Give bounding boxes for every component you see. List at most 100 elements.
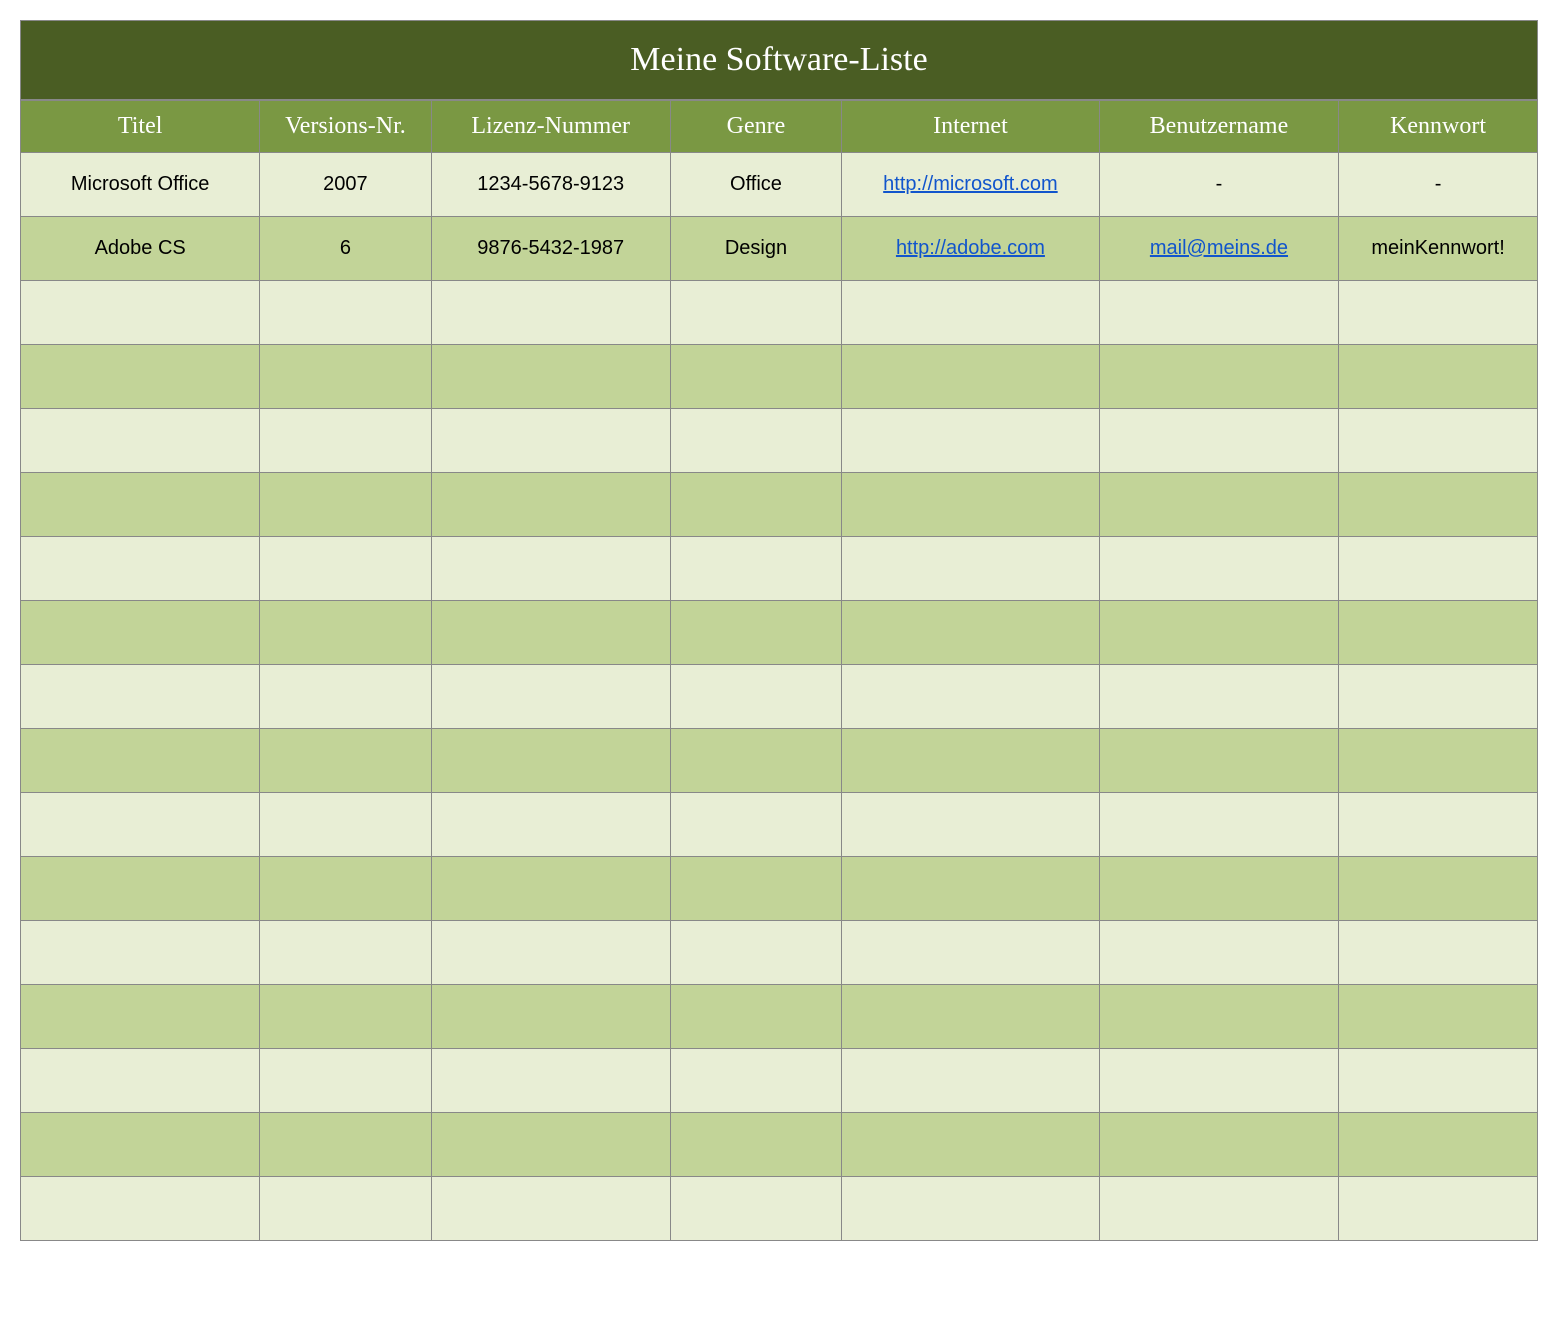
cell-title [21,1177,260,1241]
table-row [21,665,1538,729]
cell-license [431,985,670,1049]
cell-title [21,857,260,921]
cell-license [431,921,670,985]
cell-genre [670,473,841,537]
cell-internet [842,793,1100,857]
cell-pass [1339,793,1538,857]
cell-title [21,409,260,473]
table-row [21,473,1538,537]
cell-title [21,665,260,729]
cell-version [260,409,431,473]
table-row [21,1049,1538,1113]
cell-license: 9876-5432-1987 [431,217,670,281]
cell-title [21,601,260,665]
cell-license [431,281,670,345]
cell-internet [842,473,1100,537]
cell-internet [842,1177,1100,1241]
cell-license [431,1177,670,1241]
table-header-row: TitelVersions-Nr.Lizenz-NummerGenreInter… [21,101,1538,153]
table-row [21,1113,1538,1177]
column-header-user: Benutzername [1099,101,1338,153]
cell-user: mail@meins.de [1099,217,1338,281]
cell-title [21,921,260,985]
cell-license [431,665,670,729]
cell-user: - [1099,153,1338,217]
table-row [21,601,1538,665]
cell-version [260,601,431,665]
cell-user [1099,857,1338,921]
cell-user [1099,409,1338,473]
cell-pass [1339,665,1538,729]
cell-pass [1339,345,1538,409]
cell-license [431,601,670,665]
cell-pass [1339,921,1538,985]
cell-genre [670,281,841,345]
cell-license [431,857,670,921]
cell-license [431,537,670,601]
cell-user [1099,1049,1338,1113]
cell-genre [670,1049,841,1113]
cell-genre [670,729,841,793]
cell-pass [1339,473,1538,537]
table-body: Microsoft Office20071234-5678-9123Office… [21,153,1538,1241]
cell-internet [842,857,1100,921]
cell-internet [842,665,1100,729]
software-table: TitelVersions-Nr.Lizenz-NummerGenreInter… [20,100,1538,1241]
cell-user [1099,281,1338,345]
cell-license [431,409,670,473]
cell-internet [842,1049,1100,1113]
column-header-version: Versions-Nr. [260,101,431,153]
cell-title [21,473,260,537]
cell-genre [670,921,841,985]
cell-genre [670,857,841,921]
table-row [21,985,1538,1049]
cell-internet [842,281,1100,345]
cell-pass [1339,281,1538,345]
table-row [21,345,1538,409]
link-user[interactable]: mail@meins.de [1150,237,1288,259]
cell-version [260,729,431,793]
cell-user [1099,985,1338,1049]
cell-pass [1339,1113,1538,1177]
cell-license: 1234-5678-9123 [431,153,670,217]
column-header-license: Lizenz-Nummer [431,101,670,153]
table-row [21,1177,1538,1241]
cell-pass [1339,537,1538,601]
cell-internet [842,345,1100,409]
cell-genre [670,537,841,601]
cell-version [260,1177,431,1241]
table-row [21,409,1538,473]
cell-internet [842,537,1100,601]
cell-pass [1339,1049,1538,1113]
cell-title [21,345,260,409]
cell-internet [842,985,1100,1049]
cell-genre [670,345,841,409]
cell-internet: http://microsoft.com [842,153,1100,217]
link-internet[interactable]: http://microsoft.com [883,173,1058,195]
cell-title [21,1113,260,1177]
cell-genre [670,665,841,729]
column-header-title: Titel [21,101,260,153]
cell-internet [842,409,1100,473]
cell-license [431,473,670,537]
link-internet[interactable]: http://adobe.com [896,237,1045,259]
cell-pass [1339,1177,1538,1241]
cell-license [431,793,670,857]
cell-version [260,281,431,345]
cell-user [1099,729,1338,793]
cell-internet [842,601,1100,665]
column-header-genre: Genre [670,101,841,153]
cell-title [21,793,260,857]
page-title: Meine Software-Liste [20,20,1538,100]
cell-license [431,1113,670,1177]
column-header-pass: Kennwort [1339,101,1538,153]
table-row [21,793,1538,857]
cell-version [260,665,431,729]
cell-genre: Design [670,217,841,281]
cell-user [1099,793,1338,857]
cell-pass: - [1339,153,1538,217]
cell-genre [670,409,841,473]
cell-license [431,1049,670,1113]
cell-version [260,985,431,1049]
cell-version [260,1049,431,1113]
